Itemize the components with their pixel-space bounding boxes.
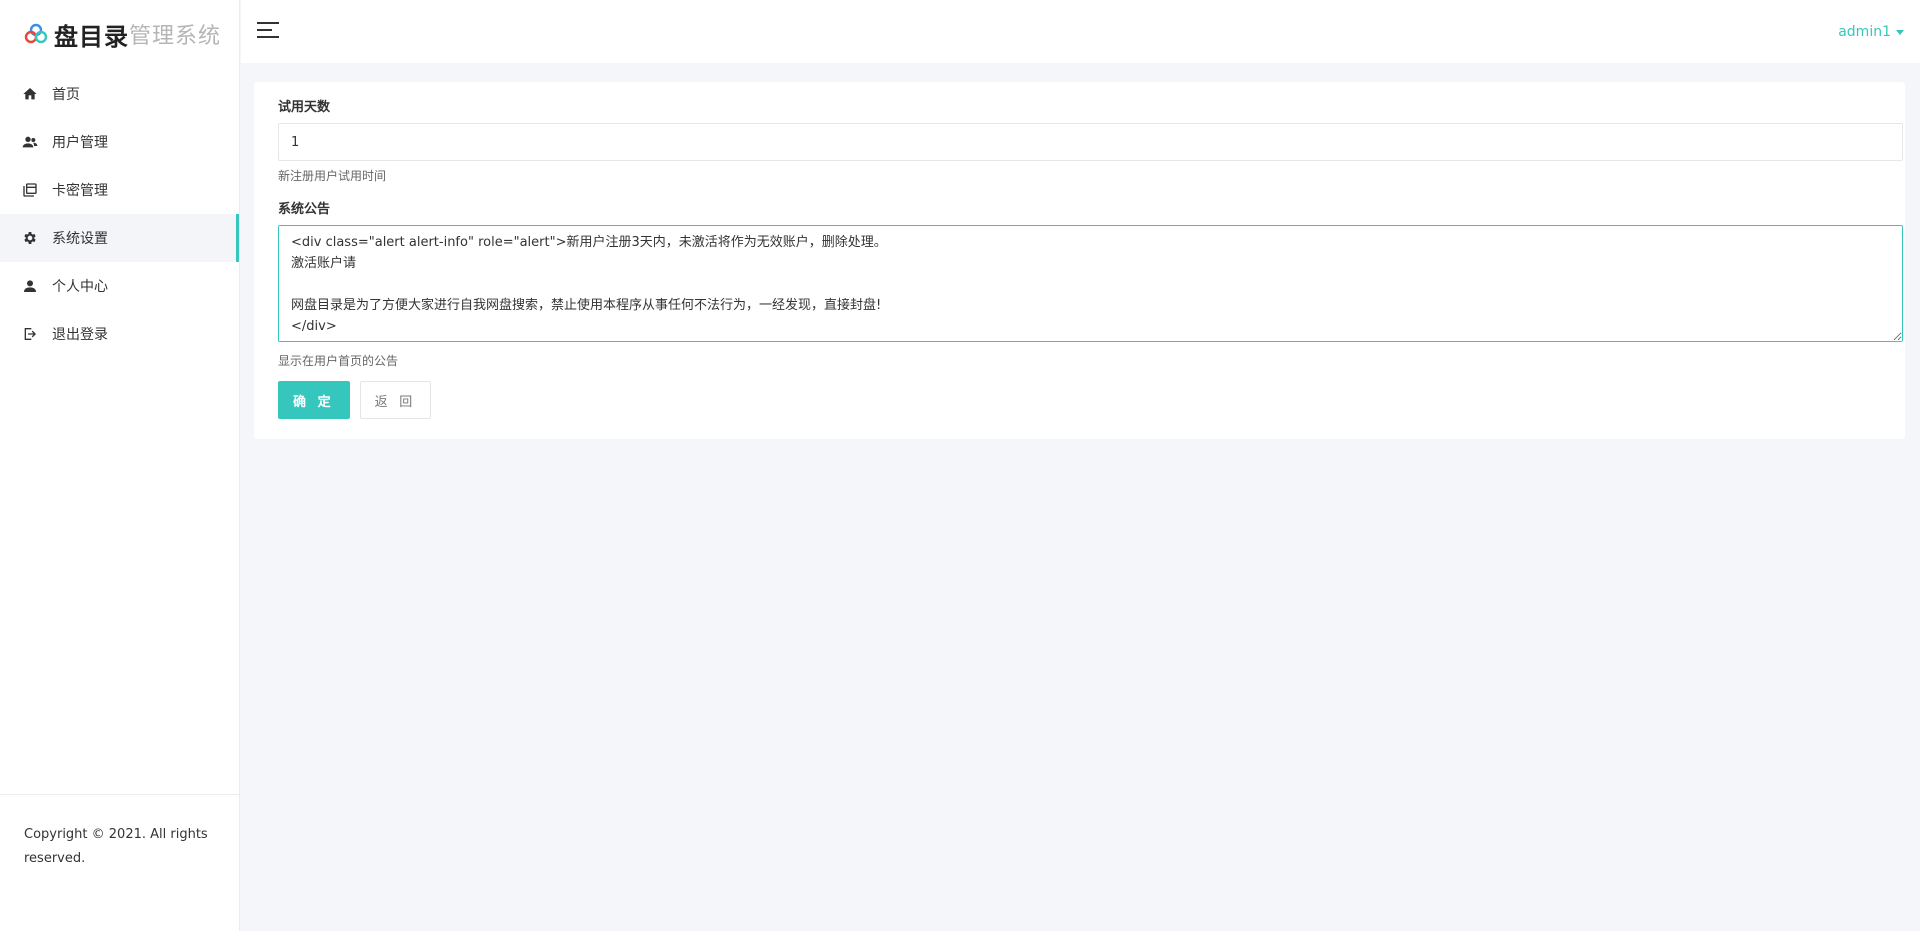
notice-textarea[interactable]: <div class="alert alert-info" role="aler… xyxy=(278,225,1903,342)
sidebar: 盘目录 管理系统 首页 用户管理 卡密管理 系统设置 个人中心 退出登录 Cop… xyxy=(0,0,240,931)
sidebar-nav: 首页 用户管理 卡密管理 系统设置 个人中心 退出登录 xyxy=(0,70,239,358)
person-icon xyxy=(22,278,38,294)
sidebar-item-label: 首页 xyxy=(52,87,80,103)
sidebar-item-label: 系统设置 xyxy=(52,231,108,247)
sidebar-item-settings[interactable]: 系统设置 xyxy=(0,214,239,262)
sidebar-item-users[interactable]: 用户管理 xyxy=(0,118,239,166)
user-menu[interactable]: admin1 xyxy=(1838,24,1904,40)
sidebar-item-cards[interactable]: 卡密管理 xyxy=(0,166,239,214)
username: admin1 xyxy=(1838,24,1891,40)
trial-days-input[interactable] xyxy=(278,123,1903,161)
sidebar-item-profile[interactable]: 个人中心 xyxy=(0,262,239,310)
sidebar-item-label: 卡密管理 xyxy=(52,183,108,199)
sidebar-item-label: 个人中心 xyxy=(52,279,108,295)
sidebar-item-label: 用户管理 xyxy=(52,135,108,151)
menu-toggle-icon[interactable] xyxy=(257,22,279,40)
sidebar-item-label: 退出登录 xyxy=(52,327,108,343)
home-icon xyxy=(22,86,38,102)
logo-icon xyxy=(24,23,48,44)
sidebar-item-home[interactable]: 首页 xyxy=(0,70,239,118)
sidebar-footer: Copyright © 2021. All rights reserved. xyxy=(0,794,240,931)
trial-days-label: 试用天数 xyxy=(278,100,331,115)
users-icon xyxy=(22,134,38,150)
topbar: admin1 xyxy=(241,0,1920,63)
settings-card: 试用天数 新注册用户试用时间 系统公告 <div class="alert al… xyxy=(254,82,1905,439)
caret-down-icon xyxy=(1896,29,1904,35)
gear-icon xyxy=(22,230,38,246)
trial-days-help: 新注册用户试用时间 xyxy=(278,169,387,183)
cards-icon xyxy=(22,182,38,198)
logout-icon xyxy=(22,326,38,342)
notice-help: 显示在用户首页的公告 xyxy=(278,354,399,368)
form-actions: 确 定 返 回 xyxy=(278,381,1881,419)
brand[interactable]: 盘目录 管理系统 xyxy=(0,0,239,68)
brand-name: 盘目录 xyxy=(54,22,129,51)
confirm-button[interactable]: 确 定 xyxy=(278,381,350,419)
back-button[interactable]: 返 回 xyxy=(359,381,432,419)
brand-subtitle: 管理系统 xyxy=(129,24,222,49)
notice-label: 系统公告 xyxy=(278,202,331,217)
sidebar-item-logout[interactable]: 退出登录 xyxy=(0,310,239,358)
